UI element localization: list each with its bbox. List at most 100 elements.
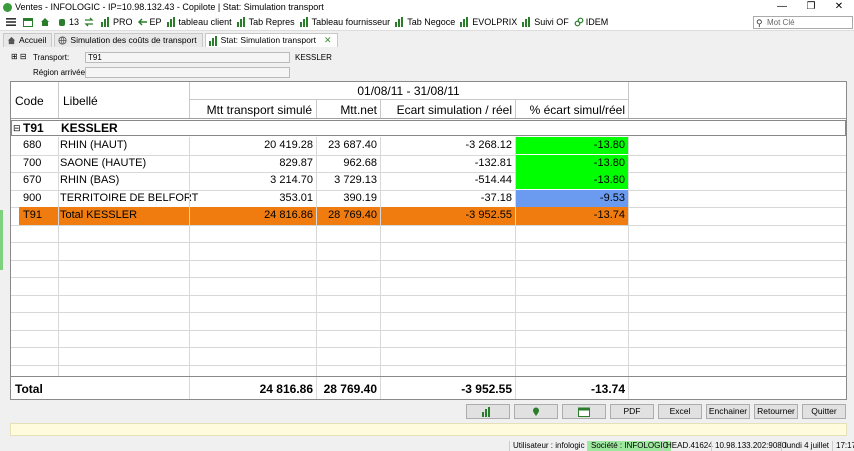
subtotal-row[interactable]: T91 Total KESSLER 24 816.86 28 769.40 -3 952… bbox=[11, 207, 846, 225]
chart-button[interactable] bbox=[466, 404, 510, 419]
header-ecart[interactable]: Ecart simulation / réel bbox=[381, 101, 515, 118]
toolbar-item-label: Tableau fournisseur bbox=[311, 17, 391, 27]
cell-code: 900 bbox=[23, 191, 42, 204]
search-input[interactable]: ⚲ Mot Clé bbox=[753, 16, 853, 29]
cell-libelle: Total KESSLER bbox=[60, 209, 138, 221]
maximize-button[interactable]: ❐ bbox=[796, 0, 826, 14]
toolbar-item-tableau-fournisseur[interactable]: Tableau fournisseur bbox=[299, 17, 391, 27]
toolbar-item-evolprix[interactable]: EVOLPRIX bbox=[460, 17, 517, 27]
toolbar-item-label: EVOLPRIX bbox=[472, 17, 518, 27]
cell-libelle: RHIN (HAUT) bbox=[60, 139, 128, 151]
collapse-group-icon[interactable]: ⊟ bbox=[13, 123, 21, 134]
row-divider bbox=[11, 294, 846, 296]
map-pin-icon bbox=[533, 407, 539, 416]
toolbar-item-tab-negoce[interactable]: Tab Negoce bbox=[395, 17, 455, 27]
header-code[interactable]: Code bbox=[15, 92, 44, 110]
table-row[interactable]: 680 RHIN (HAUT) 20 419.28 23 687.40 -3 268.1… bbox=[11, 137, 846, 155]
calendar-button[interactable] bbox=[23, 17, 35, 27]
bar-chart-icon bbox=[236, 17, 247, 27]
header-libelle[interactable]: Libellé bbox=[63, 92, 98, 110]
home-icon bbox=[41, 18, 49, 26]
row-divider bbox=[11, 224, 846, 226]
swap-arrows-icon bbox=[84, 17, 94, 27]
title-bar: Ventes - INFOLOGIC - IP=10.98.132.43 - C… bbox=[0, 0, 854, 14]
toolbar-item-suivi-of[interactable]: Suivi OF bbox=[522, 17, 569, 27]
filter-panel: ⊞ ⊟ Transport: T91 KESSLER Région arrivé… bbox=[0, 48, 854, 78]
app-logo-icon bbox=[3, 2, 12, 12]
table-row[interactable]: 900 TERRITOIRE DE BELFORT 353.01 390.19 -37.… bbox=[11, 189, 846, 208]
group-row[interactable]: ⊟ T91 KESSLER bbox=[11, 120, 846, 136]
header-divider bbox=[189, 99, 628, 100]
toolbar-item-idem[interactable]: IDEM bbox=[574, 17, 609, 27]
menu-button[interactable] bbox=[6, 17, 18, 27]
home-button[interactable] bbox=[40, 17, 52, 27]
excel-button[interactable]: Excel bbox=[658, 404, 702, 419]
notifications-count: 13 bbox=[69, 17, 80, 27]
tab-label: Stat: Simulation transport bbox=[220, 35, 316, 45]
col-divider bbox=[628, 82, 629, 118]
search-placeholder: Mot Clé bbox=[767, 18, 795, 27]
enchainer-button[interactable]: Enchainer bbox=[706, 404, 750, 419]
globe-icon bbox=[58, 36, 67, 45]
home-icon bbox=[7, 36, 16, 45]
minimize-button[interactable]: — bbox=[767, 0, 797, 14]
cell-mtt-net: 28 769.40 bbox=[328, 209, 377, 221]
total-ecart: -3 952.55 bbox=[461, 382, 512, 396]
cell-libelle: TERRITOIRE DE BELFORT bbox=[60, 191, 199, 204]
cell-pct-ecart: -13.80 bbox=[516, 172, 628, 189]
header-mtt-net[interactable]: Mtt.net bbox=[317, 101, 380, 118]
left-accent-strip bbox=[0, 210, 3, 270]
cell-mtt-transport: 353.01 bbox=[279, 191, 313, 204]
transport-field[interactable]: T91 bbox=[85, 52, 290, 63]
cell-code: 680 bbox=[23, 139, 42, 151]
calendar-icon bbox=[23, 18, 33, 27]
retourner-button[interactable]: Retourner bbox=[754, 404, 798, 419]
quitter-button[interactable]: Quitter bbox=[802, 404, 846, 419]
row-divider bbox=[11, 277, 846, 278]
main-toolbar: 13 PRO EP tableau client Tab Repres Tabl… bbox=[0, 14, 854, 31]
window-title: Ventes - INFOLOGIC - IP=10.98.132.43 - C… bbox=[15, 2, 324, 12]
swap-button[interactable] bbox=[84, 17, 96, 27]
tab-accueil[interactable]: Accueil bbox=[3, 33, 53, 47]
tab-simulation-couts[interactable]: Simulation des coûts de transport bbox=[54, 33, 203, 47]
results-table: Code Libellé 01/08/11 - 31/08/11 Mtt tra… bbox=[10, 81, 847, 400]
close-window-button[interactable]: ✕ bbox=[824, 0, 854, 14]
pdf-button[interactable]: PDF bbox=[610, 404, 654, 419]
status-company: Société : INFOLOGIC bbox=[587, 441, 672, 451]
calendar-view-button[interactable] bbox=[562, 404, 606, 419]
toolbar-item-tableau-client[interactable]: tableau client bbox=[166, 17, 232, 27]
header-pct-ecart[interactable]: % écart simul/réel bbox=[516, 101, 628, 118]
group-name: KESSLER bbox=[61, 121, 118, 135]
cell-pct-ecart: -13.74 bbox=[593, 209, 625, 221]
transport-label: Transport: bbox=[33, 53, 70, 62]
tab-label: Simulation des coûts de transport bbox=[70, 35, 197, 45]
region-field[interactable] bbox=[85, 67, 290, 78]
cell-mtt-net: 390.19 bbox=[343, 191, 377, 204]
col-divider bbox=[58, 82, 59, 118]
hand-icon bbox=[59, 19, 65, 26]
table-row[interactable]: 670 RHIN (BAS) 3 214.70 3 729.13 -514.44 -13.… bbox=[11, 172, 846, 190]
toolbar-item-label: EP bbox=[149, 17, 162, 27]
toolbar-item-pro[interactable]: PRO bbox=[101, 17, 133, 27]
header-mtt-transport[interactable]: Mtt transport simulé bbox=[189, 101, 315, 118]
tree-toggle-icon[interactable]: ⊞ ⊟ bbox=[11, 52, 27, 61]
close-tab-icon[interactable]: ✕ bbox=[324, 34, 332, 47]
toolbar-item-label: IDEM bbox=[585, 17, 609, 27]
status-bar: Utilisateur : infologic Société : INFOLO… bbox=[0, 440, 854, 451]
map-button[interactable] bbox=[514, 404, 558, 419]
cell-mtt-transport: 829.87 bbox=[279, 156, 313, 169]
search-icon: ⚲ bbox=[756, 18, 763, 28]
toolbar-item-tab-repres[interactable]: Tab Repres bbox=[236, 17, 295, 27]
group-code: T91 bbox=[23, 121, 44, 135]
cell-pct-ecart: -13.80 bbox=[516, 154, 628, 172]
status-date: lundi 4 juillet bbox=[781, 441, 832, 451]
notifications-button[interactable]: 13 bbox=[57, 17, 79, 27]
table-row[interactable]: 700 SAONE (HAUTE) 829.87 962.68 -132.81 -13.8… bbox=[11, 154, 846, 173]
row-divider bbox=[11, 312, 846, 313]
toolbar-item-ep[interactable]: EP bbox=[137, 17, 162, 27]
tab-stat-simulation[interactable]: Stat: Simulation transport ✕ bbox=[204, 33, 338, 47]
calendar-icon bbox=[578, 407, 590, 417]
header-period: 01/08/11 - 31/08/11 bbox=[357, 84, 460, 98]
row-divider bbox=[11, 259, 846, 261]
toolbar-item-label: Tab Negoce bbox=[407, 17, 456, 27]
